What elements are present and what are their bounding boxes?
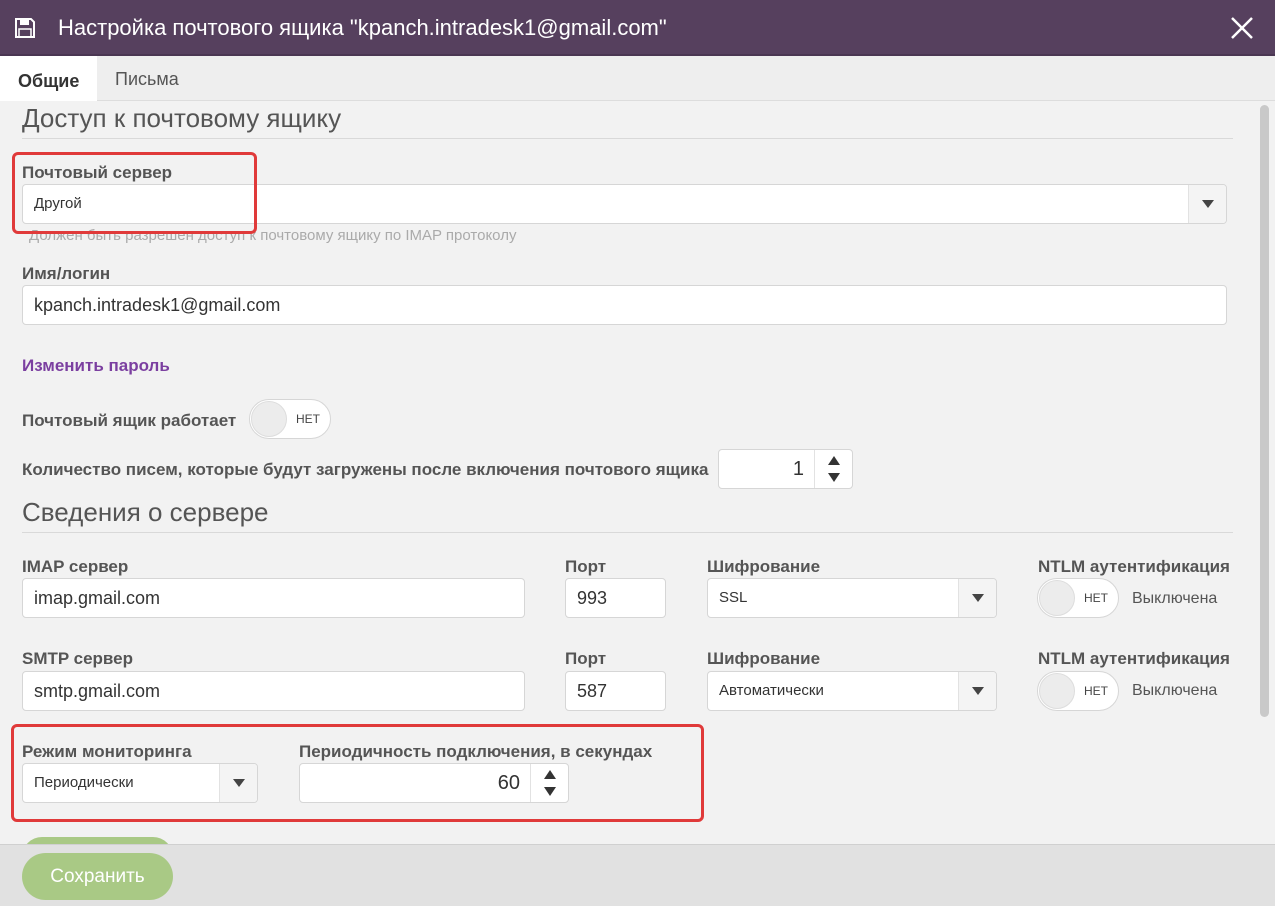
arrow-up-icon[interactable]	[544, 770, 556, 779]
chevron-down-icon[interactable]	[958, 672, 996, 710]
smtp-port-input[interactable]: 587	[565, 671, 666, 711]
imap-server-label: IMAP сервер	[22, 557, 129, 576]
tab-general[interactable]: Общие	[0, 56, 97, 101]
toggle-text: НЕТ	[1084, 684, 1108, 698]
smtp-encryption-value: Автоматически	[719, 682, 824, 699]
smtp-encryption-label: Шифрование	[707, 649, 821, 668]
mailbox-works-label: Почтовый ящик работает	[22, 411, 237, 430]
toggle-knob	[1039, 580, 1075, 616]
interval-value: 60	[497, 772, 520, 794]
stepper-buttons	[530, 764, 568, 802]
login-label: Имя/логин	[22, 264, 111, 283]
close-icon[interactable]	[1228, 14, 1256, 42]
emails-count-stepper[interactable]: 1	[718, 449, 853, 489]
dialog-content: Доступ к почтовому ящику Почтовый сервер…	[0, 101, 1275, 844]
chevron-down-icon[interactable]	[219, 764, 257, 802]
toggle-text: НЕТ	[296, 412, 320, 426]
imap-port-value: 993	[577, 588, 608, 608]
change-password-link[interactable]: Изменить пароль	[22, 356, 170, 376]
interval-label: Периодичность подключения, в секундах	[299, 742, 653, 761]
smtp-server-input[interactable]: smtp.gmail.com	[22, 671, 525, 711]
arrow-down-icon[interactable]	[544, 787, 556, 796]
chevron-down-icon[interactable]	[1188, 185, 1226, 223]
smtp-server-label: SMTP сервер	[22, 649, 133, 668]
smtp-ntlm-label: NTLM аутентификация	[1038, 649, 1230, 668]
monitoring-mode-label: Режим мониторинга	[22, 742, 192, 761]
imap-encryption-value: SSL	[719, 589, 748, 606]
monitoring-mode-value: Периодически	[34, 774, 134, 791]
mailbox-works-toggle[interactable]: НЕТ	[249, 399, 331, 439]
imap-port-label: Порт	[565, 557, 607, 576]
floppy-disk-icon	[15, 18, 35, 38]
interval-stepper[interactable]: 60	[299, 763, 569, 803]
mail-server-label: Почтовый сервер	[22, 163, 173, 182]
imap-ntlm-toggle[interactable]: НЕТ	[1037, 578, 1119, 618]
imap-server-value: imap.gmail.com	[34, 588, 161, 608]
stepper-buttons	[814, 450, 852, 488]
arrow-down-icon[interactable]	[828, 473, 840, 482]
tab-letters[interactable]: Письма	[97, 56, 197, 101]
smtp-ntlm-toggle[interactable]: НЕТ	[1037, 671, 1119, 711]
emails-count-label: Количество писем, которые будут загружен…	[22, 460, 709, 479]
arrow-up-icon[interactable]	[828, 456, 840, 465]
smtp-port-label: Порт	[565, 649, 607, 668]
smtp-port-value: 587	[577, 681, 608, 701]
chevron-down-icon[interactable]	[958, 579, 996, 617]
mail-server-value: Другой	[34, 195, 82, 212]
smtp-encryption-select[interactable]: Автоматически	[707, 671, 997, 711]
imap-ntlm-status: Выключена	[1132, 590, 1218, 607]
section-divider	[22, 532, 1233, 533]
imap-encryption-label: Шифрование	[707, 557, 821, 576]
monitoring-mode-select[interactable]: Периодически	[22, 763, 258, 803]
imap-port-input[interactable]: 993	[565, 578, 666, 618]
imap-server-input[interactable]: imap.gmail.com	[22, 578, 525, 618]
login-input[interactable]: kpanch.intradesk1@gmail.com	[22, 285, 1227, 325]
imap-ntlm-label: NTLM аутентификация	[1038, 557, 1230, 576]
smtp-ntlm-status: Выключена	[1132, 682, 1218, 699]
tab-bar: Общие Письма	[0, 56, 1275, 101]
scrolled-button-peek	[22, 837, 173, 844]
imap-encryption-select[interactable]: SSL	[707, 578, 997, 618]
toggle-knob	[1039, 673, 1075, 709]
dialog-footer: Сохранить	[0, 844, 1275, 906]
section-divider	[22, 138, 1233, 139]
dialog-title: Настройка почтового ящика "kpanch.intrad…	[58, 15, 667, 40]
section-title-server-info: Сведения о сервере	[22, 497, 269, 527]
toggle-text: НЕТ	[1084, 591, 1108, 605]
section-title-mailbox-access: Доступ к почтовому ящику	[22, 103, 342, 133]
save-button[interactable]: Сохранить	[22, 853, 173, 900]
scrollbar[interactable]	[1260, 105, 1269, 717]
smtp-server-value: smtp.gmail.com	[34, 681, 161, 701]
mail-server-select[interactable]: Другой	[22, 184, 1227, 224]
emails-count-value: 1	[792, 458, 804, 480]
dialog-titlebar: Настройка почтового ящика "kpanch.intrad…	[0, 0, 1275, 56]
mail-server-hint: Должен быть разрешен доступ к почтовому …	[29, 227, 517, 244]
login-value: kpanch.intradesk1@gmail.com	[34, 295, 281, 315]
toggle-knob	[251, 401, 287, 437]
